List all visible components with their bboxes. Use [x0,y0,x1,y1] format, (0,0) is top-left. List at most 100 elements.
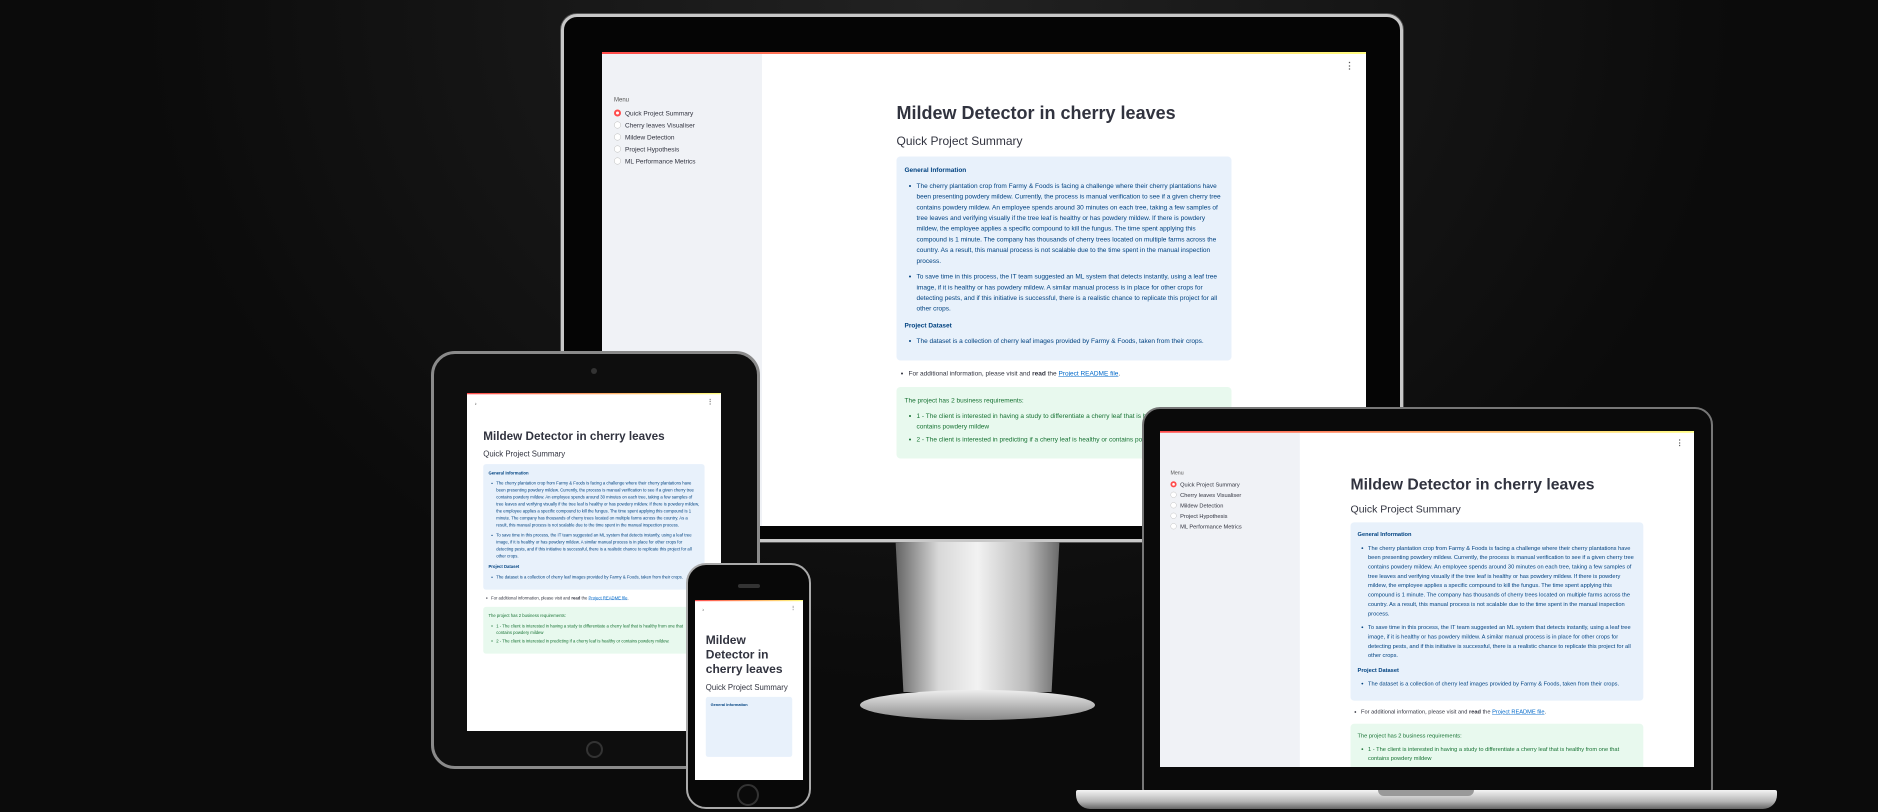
page-subtitle: Quick Project Summary [483,449,566,459]
kebab-menu-icon[interactable]: ⋮ [790,605,795,610]
general-info-bullet: To save time in this process, the IT tea… [1368,622,1636,659]
kebab-menu-icon[interactable]: ⋮ [1676,439,1684,447]
additional-text: the [580,595,589,601]
general-info-bullet: The cherry plantation crop from Farmy & … [917,180,1224,266]
expand-sidebar-chevron-icon[interactable]: › [475,400,477,407]
monitor-stand [895,542,1060,692]
additional-text: the [1045,369,1059,377]
dataset-heading: Project Dataset [1357,666,1399,674]
additional-text: . [1118,369,1121,377]
phone-home-button-icon[interactable] [737,784,759,806]
menu-item-label: Cherry leaves Visualiser [625,121,695,129]
additional-text: For additional information, please visit… [1361,708,1470,715]
menu-item-mildew-detection[interactable]: Mildew Detection [1170,500,1289,510]
additional-bold: read [571,595,581,601]
menu-item-quick-project-summary[interactable]: Quick Project Summary [1170,479,1289,489]
dataset-bullet: The dataset is a collection of cherry le… [917,336,1224,347]
additional-text: . [1544,708,1547,715]
additional-text: For additional information, please visit… [908,369,1033,377]
tablet-home-button-icon[interactable] [586,741,603,758]
menu-item-label: Mildew Detection [1180,502,1224,509]
expand-sidebar-chevron-icon[interactable]: › [702,607,704,613]
readme-link[interactable]: Project README file [1492,708,1544,715]
info-box: General Information [705,696,793,757]
requirement-item: 1 - The client is interested in having a… [496,622,699,636]
page-title: Mildew Detector in cherry leaves [896,102,1176,124]
menu-item-ml-performance-metrics[interactable]: ML Performance Metrics [614,155,750,167]
menu-item-cherry-leaves-visualiser[interactable]: Cherry leaves Visualiser [614,119,750,131]
page-title: Mildew Detector in cherry leaves [483,429,665,443]
menu-item-label: ML Performance Metrics [625,157,696,165]
radio-icon [1170,502,1177,509]
additional-bold: read [1032,369,1046,377]
dataset-bullet: The dataset is a collection of cherry le… [1368,679,1636,688]
tablet-screen: Menu Quick Project Summary Cherry leaves… [467,393,721,731]
main-content: › ⋮ Mildew Detector in cherry leaves Qui… [467,393,721,731]
requirement-item: 2 - The client is interested in predicti… [1368,765,1636,767]
menu-item-label: Cherry leaves Visualiser [1180,491,1242,499]
phone-speaker-icon [738,584,760,588]
info-box: General Information The cherry plantatio… [896,156,1232,361]
additional-text: . [627,595,629,601]
sidebar: Menu Quick Project Summary Cherry leaves… [1160,431,1300,767]
phone-screen: Menu Quick Project Summary Cherry leaves… [695,600,803,780]
readme-link[interactable]: Project README file [1058,369,1118,377]
menu-item-label: Project Hypothesis [625,145,680,153]
menu-item-cherry-leaves-visualiser[interactable]: Cherry leaves Visualiser [1170,490,1289,500]
radio-icon [614,133,621,141]
main-content: › ⋮ Mildew Detector in cherry leaves Qui… [1300,431,1694,767]
menu-label: Menu [614,96,630,103]
menu-item-quick-project-summary[interactable]: Quick Project Summary [614,107,750,119]
radio-icon [614,157,621,165]
menu-item-project-hypothesis[interactable]: Project Hypothesis [614,143,750,155]
dataset-heading: Project Dataset [488,564,520,570]
general-info-bullet: To save time in this process, the IT tea… [496,532,699,560]
page-subtitle: Quick Project Summary [1350,503,1461,515]
success-box: The project has 2 business requirements:… [1350,723,1644,767]
dataset-bullet: The dataset is a collection of cherry le… [496,574,699,581]
readme-link[interactable]: Project README file [589,596,628,601]
tablet-camera-icon [591,368,597,374]
radio-icon [1170,491,1177,498]
laptop-screen: Menu Quick Project Summary Cherry leaves… [1160,431,1694,767]
page-subtitle: Quick Project Summary [705,682,788,692]
menu-item-ml-performance-metrics[interactable]: ML Performance Metrics [1170,521,1289,531]
laptop-notch [1378,790,1474,796]
page-subtitle: Quick Project Summary [896,134,1023,149]
additional-info: For additional information, please visit… [1351,708,1644,717]
requirement-item: 2 - The client is interested in predicti… [496,638,699,645]
menu-item-label: Quick Project Summary [625,109,694,117]
monitor-stand-base [860,690,1095,720]
general-info-heading: General Information [488,470,529,476]
menu-item-project-hypothesis[interactable]: Project Hypothesis [1170,511,1289,521]
menu-label: Menu [1170,469,1184,476]
page-title: Mildew Detector in cherry leaves [1350,475,1595,494]
general-info-heading: General Information [710,702,748,708]
radio-icon [1170,523,1177,530]
menu-item-mildew-detection[interactable]: Mildew Detection [614,131,750,143]
requirement-item: 1 - The client is interested in having a… [1368,744,1636,763]
general-info-heading: General Information [904,166,967,174]
streamlit-page: Menu Quick Project Summary Cherry leaves… [695,600,803,780]
general-info-bullet: The cherry plantation crop from Farmy & … [1368,543,1636,618]
kebab-menu-icon[interactable]: ⋮ [707,399,713,405]
main-content: › ⋮ Mildew Detector in cherry leaves Qui… [695,600,803,780]
success-box: The project has 2 business requirements:… [483,606,705,654]
menu-item-label: ML Performance Metrics [1180,522,1242,530]
radio-icon [614,145,621,153]
radio-selected-icon [614,109,621,117]
requirements-intro: The project has 2 business requirements: [488,613,566,618]
radio-icon [1170,512,1177,519]
dataset-heading: Project Dataset [904,321,952,329]
requirements-intro: The project has 2 business requirements: [1357,731,1462,739]
additional-info: For additional information, please visit… [483,595,704,602]
streamlit-page: Menu Quick Project Summary Cherry leaves… [467,393,721,731]
general-info-heading: General Information [1357,530,1412,538]
kebab-menu-icon[interactable]: ⋮ [1345,61,1354,70]
info-box: General Information The cherry plantatio… [483,464,705,590]
radio-icon [614,121,621,129]
page-title: Mildew Detector in cherry leaves [705,633,783,676]
additional-text: the [1481,708,1493,715]
additional-text: For additional information, please visit… [491,595,572,601]
menu-item-label: Project Hypothesis [1180,512,1228,520]
